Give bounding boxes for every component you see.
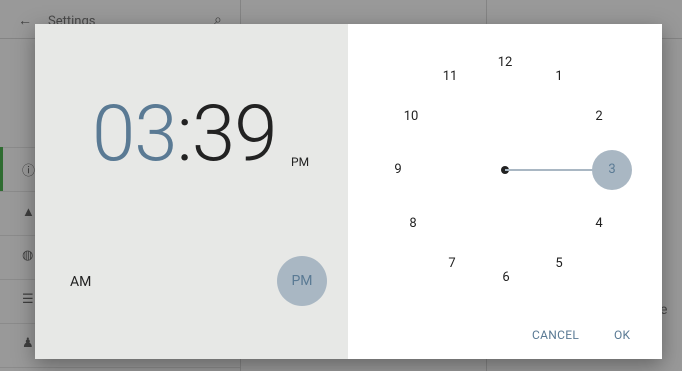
am-button[interactable]: AM [70,274,91,290]
clock-number-5[interactable]: 5 [547,254,571,274]
pm-button[interactable]: PM [277,256,327,306]
minute-display[interactable]: 39 [192,89,278,180]
hour-display[interactable]: 03 [92,89,178,180]
clock-number-2[interactable]: 2 [587,107,611,127]
time-picker-dialog: 03:39 PM AM PM 12 1 2 3 4 5 6 7 8 9 10 1… [35,24,662,359]
clock-number-3[interactable]: 3 [592,150,632,190]
clock-face-pane: 12 1 2 3 4 5 6 7 8 9 10 11 CANCEL OK [348,24,662,359]
clock-number-4[interactable]: 4 [587,214,611,234]
clock-number-10[interactable]: 10 [399,107,423,127]
clock-hand [505,169,595,171]
time-display-pane: 03:39 PM AM PM [35,24,348,359]
clock-number-7[interactable]: 7 [440,254,464,274]
clock-number-9[interactable]: 9 [386,160,410,180]
clock-number-6[interactable]: 6 [494,268,518,288]
clock-number-12[interactable]: 12 [493,53,517,73]
cancel-button[interactable]: CANCEL [532,328,579,342]
clock-number-11[interactable]: 11 [438,67,462,87]
period-indicator: PM [291,155,310,169]
time-separator: : [176,89,193,180]
ok-button[interactable]: OK [614,328,630,342]
clock-number-8[interactable]: 8 [401,214,425,234]
time-display: 03:39 [92,96,277,174]
clock-number-1[interactable]: 1 [547,67,571,87]
